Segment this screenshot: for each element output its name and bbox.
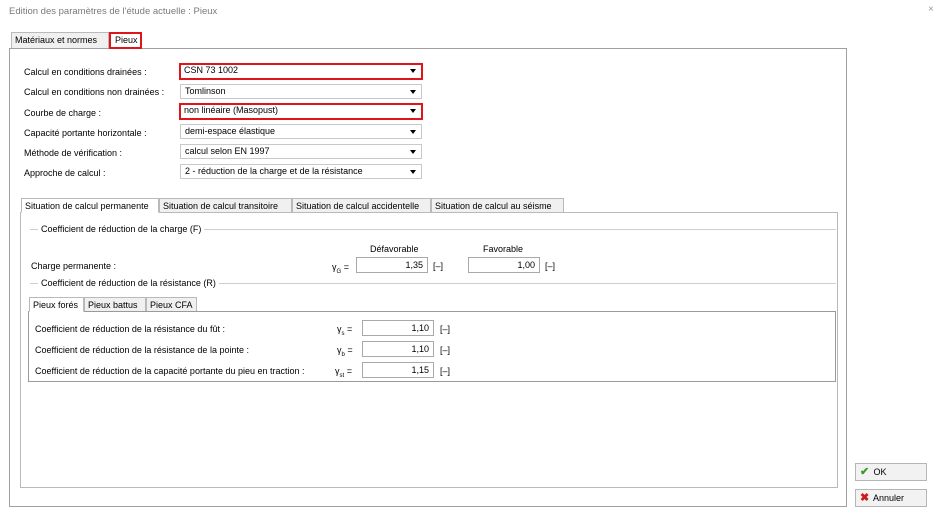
- ok-button[interactable]: ✔ OK: [855, 463, 927, 481]
- verification-method-select-value: calcul selon EN 1997: [185, 146, 270, 156]
- tension-capacity-input[interactable]: 1,15: [362, 362, 434, 378]
- label-verification-method: Méthode de vérification :: [24, 148, 123, 158]
- tab-situation-transitoire[interactable]: Situation de calcul transitoire: [159, 198, 292, 213]
- unit-tension: [–]: [440, 366, 451, 376]
- unfavorable-input[interactable]: 1,35: [356, 257, 428, 273]
- tab-pieux[interactable]: Pieux: [109, 32, 142, 49]
- undrained-select-value: Tomlinson: [185, 86, 226, 96]
- label-drained: Calcul en conditions drainées :: [24, 67, 147, 77]
- tab-pieux-fores[interactable]: Pieux forés: [29, 297, 84, 312]
- gamma-st-symbol: γst =: [335, 366, 352, 379]
- tab-situation-seisme[interactable]: Situation de calcul au séisme: [431, 198, 564, 213]
- label-permanent-load: Charge permanente :: [31, 261, 117, 271]
- chevron-down-icon: [410, 170, 416, 174]
- cancel-button-label: Annuler: [873, 493, 905, 503]
- tab-pieux-battus[interactable]: Pieux battus: [84, 297, 146, 312]
- window-title: Edition des paramètres de l'étude actuel…: [9, 6, 218, 17]
- drained-select-value: CSN 73 1002: [184, 65, 239, 75]
- tab-situation-accidentelle[interactable]: Situation de calcul accidentelle: [292, 198, 431, 213]
- tab-situation-permanente[interactable]: Situation de calcul permanente: [21, 198, 159, 213]
- chevron-down-icon: [410, 69, 416, 73]
- load-curve-select[interactable]: non linéaire (Masopust): [179, 103, 423, 120]
- col-unfavorable: Défavorable: [370, 244, 419, 254]
- chevron-down-icon: [410, 90, 416, 94]
- tip-resistance-input[interactable]: 1,10: [362, 341, 434, 357]
- unit-tip: [–]: [440, 345, 451, 355]
- chevron-down-icon: [410, 130, 416, 134]
- label-tip-resistance: Coefficient de réduction de la résistanc…: [35, 345, 249, 355]
- shaft-resistance-input[interactable]: 1,10: [362, 320, 434, 336]
- resistance-group-title: Coefficient de réduction de la résistanc…: [38, 278, 219, 288]
- label-design-approach: Approche de calcul :: [24, 168, 106, 178]
- close-icon[interactable]: ×: [928, 4, 934, 15]
- chevron-down-icon: [410, 109, 416, 113]
- label-undrained: Calcul en conditions non drainées :: [24, 87, 165, 97]
- tab-pieux-cfa[interactable]: Pieux CFA: [146, 297, 197, 312]
- ok-button-label: OK: [873, 467, 887, 477]
- col-favorable: Favorable: [483, 244, 524, 254]
- label-tension-capacity: Coefficient de réduction de la capacité …: [35, 366, 305, 376]
- horizontal-capacity-select-value: demi-espace élastique: [185, 126, 276, 136]
- check-icon: ✔: [860, 466, 870, 478]
- undrained-select[interactable]: Tomlinson: [180, 84, 422, 99]
- drained-select[interactable]: CSN 73 1002: [179, 63, 423, 80]
- gamma-s-symbol: γs =: [337, 324, 353, 337]
- label-horizontal-capacity: Capacité portante horizontale :: [24, 128, 147, 138]
- label-load-curve: Courbe de charge :: [24, 108, 102, 118]
- cancel-button[interactable]: ✖ Annuler: [855, 489, 927, 507]
- favorable-input[interactable]: 1,00: [468, 257, 540, 273]
- tab-materiaux-et-normes[interactable]: Matériaux et normes: [11, 32, 109, 48]
- design-approach-select-value: 2 - réduction de la charge et de la rési…: [185, 166, 363, 176]
- load-group-title: Coefficient de réduction de la charge (F…: [38, 224, 205, 234]
- gamma-g-symbol: γG =: [332, 262, 349, 275]
- load-curve-select-value: non linéaire (Masopust): [184, 105, 279, 115]
- horizontal-capacity-select[interactable]: demi-espace élastique: [180, 124, 422, 139]
- unit-shaft: [–]: [440, 324, 451, 334]
- unit-favorable: [–]: [545, 261, 556, 271]
- label-shaft-resistance: Coefficient de réduction de la résistanc…: [35, 324, 225, 334]
- verification-method-select[interactable]: calcul selon EN 1997: [180, 144, 422, 159]
- gamma-b-symbol: γb =: [337, 345, 353, 358]
- chevron-down-icon: [410, 150, 416, 154]
- unit-unfavorable: [–]: [433, 261, 444, 271]
- design-approach-select[interactable]: 2 - réduction de la charge et de la rési…: [180, 164, 422, 179]
- cross-icon: ✖: [860, 492, 870, 504]
